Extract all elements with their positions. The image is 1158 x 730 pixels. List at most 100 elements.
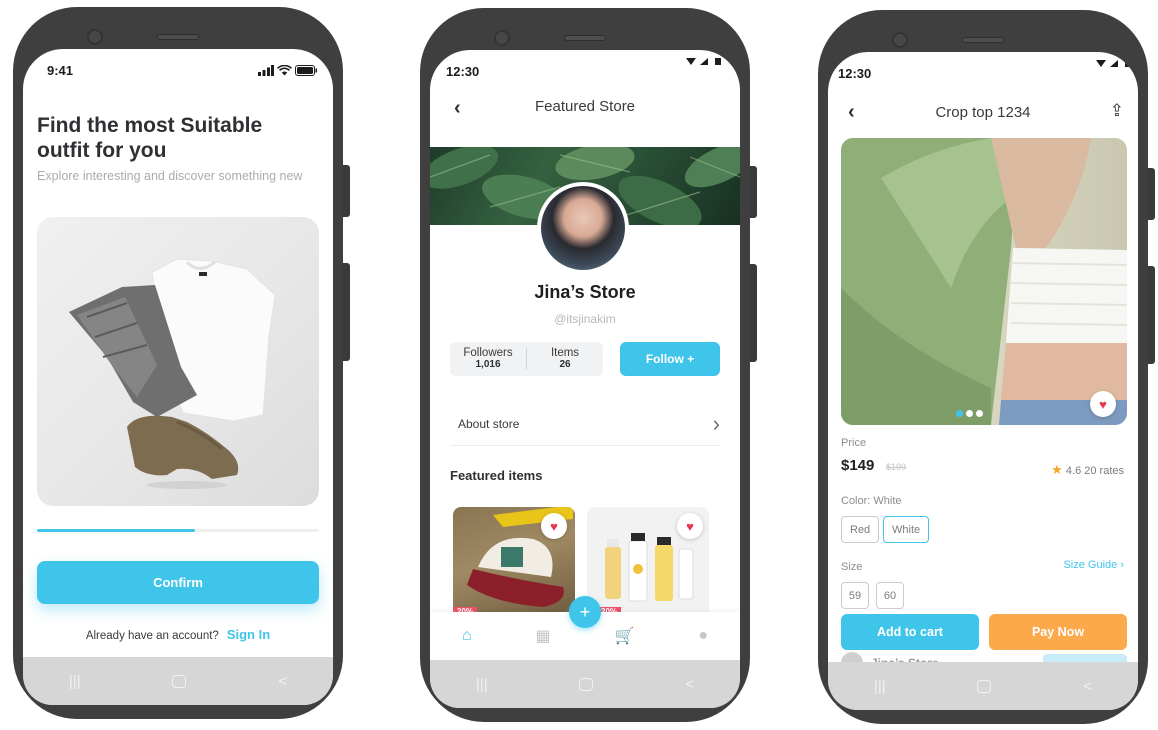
speaker-grill <box>157 34 199 40</box>
items-count: 26 <box>559 359 571 370</box>
status-time: 12:30 <box>838 66 872 81</box>
about-store-row[interactable]: About store › <box>450 402 720 446</box>
volume-button <box>750 166 757 218</box>
featured-item-bottles[interactable]: ♥ 20% <box>587 507 709 617</box>
phone-store: 12:30 ‹ Featured Store Jina’s Store @its… <box>420 8 757 722</box>
phone-onboarding: 9:41 Find the most Suitable outfit for y… <box>13 7 350 719</box>
product-photo <box>841 138 1127 425</box>
about-store-label: About store <box>458 416 520 431</box>
recent-apps-icon[interactable]: ||| <box>69 673 81 690</box>
power-button <box>343 263 350 361</box>
items-label: Items <box>550 347 580 359</box>
speaker-grill <box>962 37 1004 43</box>
signal-wifi-battery-icon <box>1096 60 1131 67</box>
signal-wifi-battery-icon <box>686 58 721 65</box>
favorite-heart-icon[interactable]: ♥ <box>1090 391 1116 417</box>
page-title: Find the most Suitable outfit for you <box>37 114 263 162</box>
followers-label: Followers <box>463 347 513 359</box>
screen-onboarding: 9:41 Find the most Suitable outfit for y… <box>23 49 333 705</box>
status-icons <box>258 65 317 76</box>
speaker-grill <box>564 35 606 41</box>
chevron-right-icon: › <box>712 410 720 436</box>
pay-now-button[interactable]: Pay Now <box>989 614 1127 650</box>
status-icons <box>686 58 722 66</box>
status-time: 9:41 <box>47 63 74 78</box>
status-icons <box>1096 60 1132 68</box>
size-guide-label: Size Guide <box>1063 559 1118 571</box>
share-icon[interactable]: ⇪ <box>1110 101 1124 121</box>
product-rating: ★ 4.6 20 rates <box>1051 462 1124 478</box>
signin-row: Already have an account? Sign In <box>23 627 333 642</box>
progress-fill <box>37 529 195 532</box>
onboarding-progress <box>37 529 319 532</box>
store-name: Jina’s Store <box>534 282 636 302</box>
price-value: $149 <box>841 457 875 474</box>
color-option-red[interactable]: Red <box>841 516 880 543</box>
camera-icon <box>892 32 908 48</box>
home-button-icon[interactable] <box>172 674 187 688</box>
favorite-heart-icon[interactable]: ♥ <box>677 513 703 539</box>
size-option-60[interactable]: 60 <box>876 582 904 609</box>
screen-store: 12:30 ‹ Featured Store Jina’s Store @its… <box>430 50 740 708</box>
price-label: Price <box>841 437 867 449</box>
followers-stat[interactable]: Followers 1,016 <box>450 347 526 371</box>
store-stats: Followers 1,016 Items 26 <box>450 342 603 376</box>
battery-icon <box>295 65 317 76</box>
color-label: Color: White <box>841 495 902 507</box>
volume-button <box>343 165 350 217</box>
user-icon[interactable]: ● <box>698 627 708 645</box>
status-time: 12:30 <box>446 64 480 79</box>
favorite-heart-icon[interactable]: ♥ <box>541 513 567 539</box>
items-stat[interactable]: Items 26 <box>527 347 603 371</box>
status-bar: 9:41 <box>23 49 333 93</box>
grid-icon[interactable]: ▦ <box>536 626 551 646</box>
image-pager-dots[interactable] <box>956 410 983 417</box>
page-title: Featured Store <box>534 98 636 115</box>
back-nav-icon[interactable]: < <box>1083 678 1092 695</box>
original-price: $199 <box>886 462 907 472</box>
account-prompt: Already have an account? <box>85 630 219 642</box>
add-fab-button[interactable]: + <box>569 596 601 628</box>
signal-icon <box>258 65 274 76</box>
rating-value: 4.6 <box>1065 465 1082 477</box>
size-guide-link[interactable]: Size Guide › <box>1063 559 1124 571</box>
volume-button <box>1148 168 1155 220</box>
back-nav-icon[interactable]: < <box>278 673 287 690</box>
cart-icon[interactable]: 🛒 <box>615 626 635 646</box>
home-icon[interactable]: ⌂ <box>462 627 472 645</box>
system-nav-bar: ||| < <box>23 657 333 705</box>
wifi-icon <box>277 65 292 76</box>
recent-apps-icon[interactable]: ||| <box>874 678 886 695</box>
phone-product: 12:30 ‹ Crop top 1234 ⇪ ♥ Price $149 $19… <box>818 10 1155 724</box>
color-option-white[interactable]: White <box>883 516 930 543</box>
system-nav-bar: ||| < <box>430 660 740 708</box>
star-icon: ★ <box>1051 462 1063 477</box>
store-avatar[interactable] <box>537 182 629 274</box>
size-option-59[interactable]: 59 <box>841 582 869 609</box>
product-title: Crop top 1234 <box>935 104 1031 121</box>
home-button-icon[interactable] <box>579 677 594 691</box>
featured-items-heading: Featured items <box>450 468 543 483</box>
chevron-right-icon: › <box>1120 559 1124 571</box>
size-label: Size <box>841 561 863 573</box>
power-button <box>1148 266 1155 364</box>
home-button-icon[interactable] <box>977 679 992 693</box>
rating-count: 20 rates <box>1084 465 1124 477</box>
follow-button[interactable]: Follow + <box>620 342 720 376</box>
camera-icon <box>87 29 103 45</box>
page-subtitle: Explore interesting and discover somethi… <box>37 169 303 183</box>
power-button <box>750 264 757 362</box>
status-bar: 12:30 <box>430 50 740 94</box>
back-nav-icon[interactable]: < <box>685 676 694 693</box>
confirm-button[interactable]: Confirm <box>37 561 319 604</box>
crop-top-illustration <box>841 138 1127 425</box>
status-bar: 12:30 <box>828 52 1138 96</box>
system-nav-bar: ||| < <box>828 662 1138 710</box>
recent-apps-icon[interactable]: ||| <box>476 676 488 693</box>
outfit-illustration <box>69 258 276 489</box>
outfit-photo <box>37 217 319 506</box>
featured-item-cap[interactable]: ♥ 20% <box>453 507 575 617</box>
add-to-cart-button[interactable]: Add to cart <box>841 614 979 650</box>
signin-link[interactable]: Sign In <box>227 627 270 642</box>
camera-icon <box>494 30 510 46</box>
